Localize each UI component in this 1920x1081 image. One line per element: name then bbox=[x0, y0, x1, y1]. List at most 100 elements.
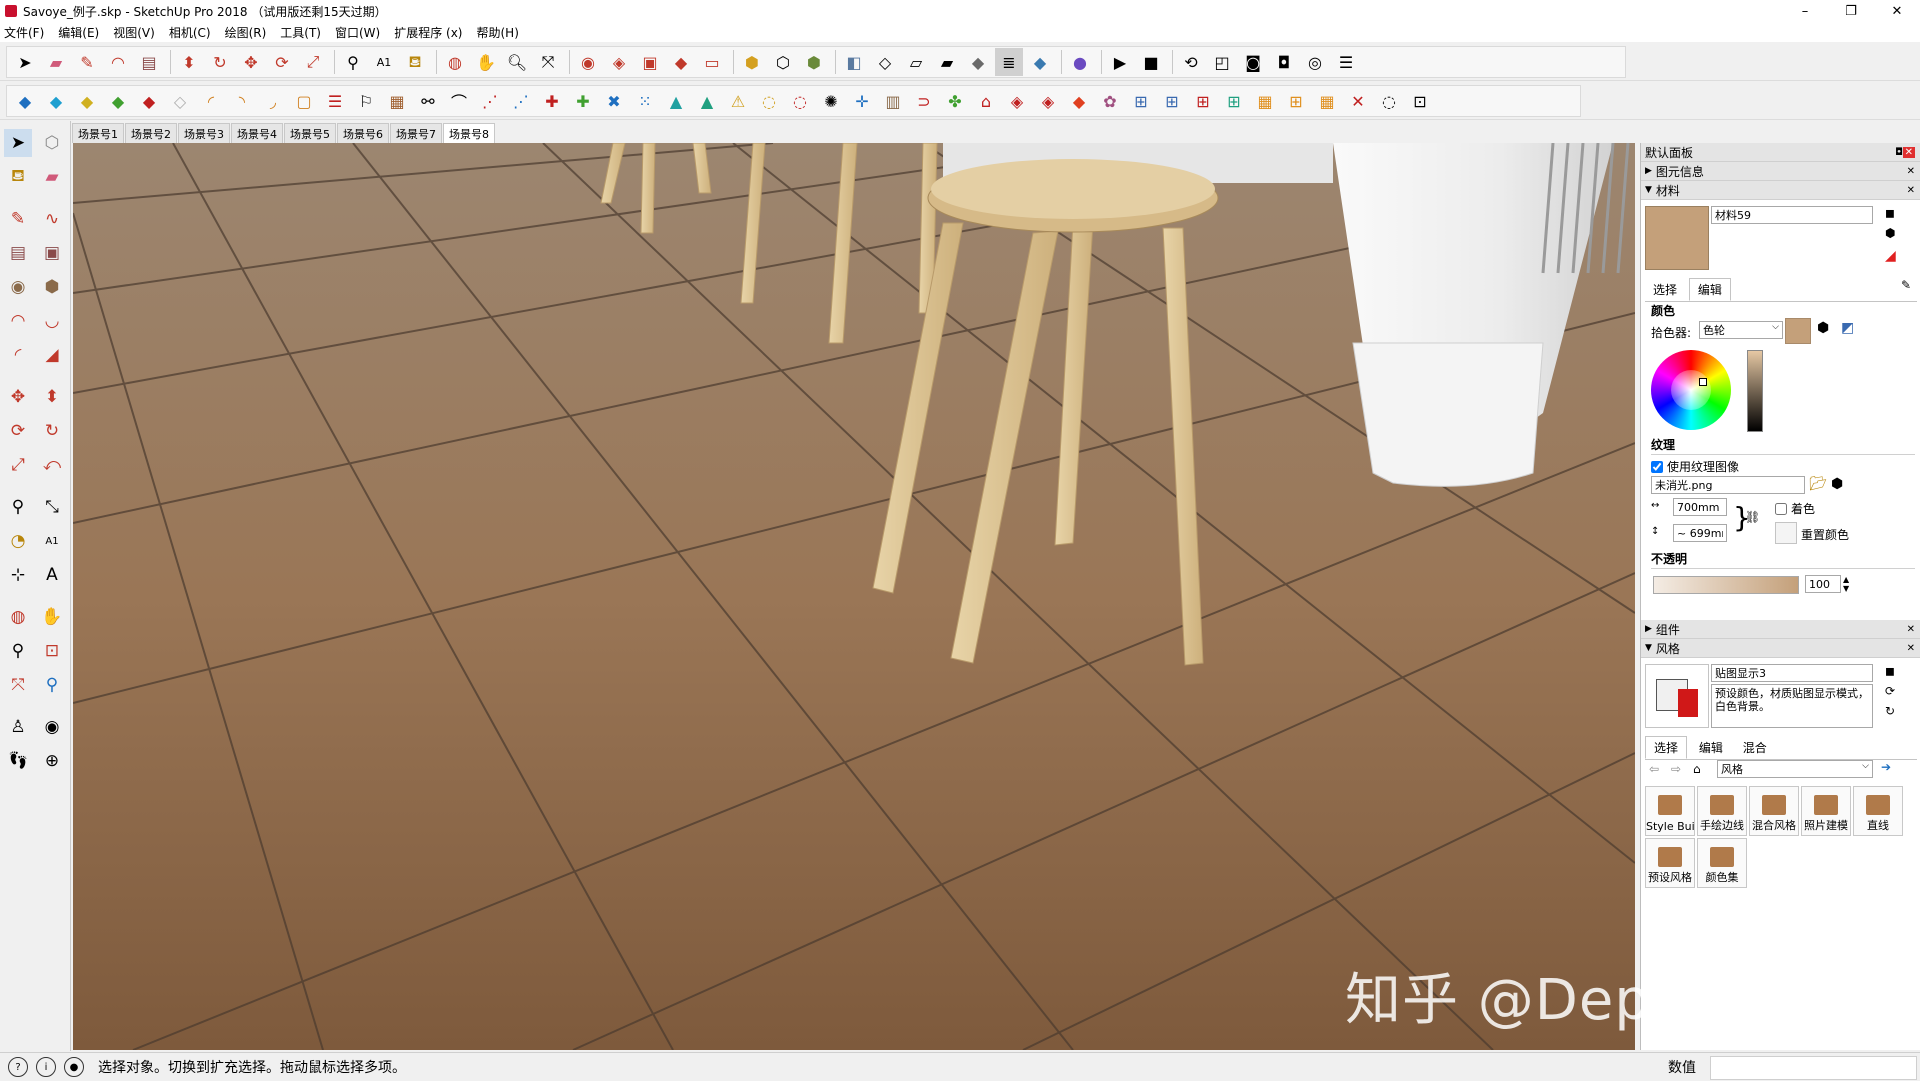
aspect-lock-icon[interactable]: ⛓ bbox=[1745, 510, 1760, 524]
material-name-input[interactable] bbox=[1711, 206, 1873, 224]
move-tool-icon[interactable]: ✥ bbox=[237, 48, 265, 76]
wireframe-style-icon[interactable]: ◇ bbox=[871, 48, 899, 76]
explode-icon[interactable]: ✕ bbox=[1344, 87, 1372, 115]
match-screen-color-icon[interactable]: ◩ bbox=[1841, 320, 1854, 336]
grid-lines-icon[interactable]: ☰ bbox=[321, 87, 349, 115]
rotate-tool-icon[interactable]: ⟳ bbox=[4, 417, 32, 445]
orbit-tool-icon[interactable]: ◍ bbox=[4, 603, 32, 631]
scene-tab-7[interactable]: 场景号7 bbox=[390, 123, 442, 143]
curve-icon[interactable]: ⌒ bbox=[445, 87, 473, 115]
entity-info-header[interactable]: ▶ 图元信息 ✕ bbox=[1641, 162, 1920, 181]
dotted-arc-icon[interactable]: ◌ bbox=[1375, 87, 1403, 115]
menu-window[interactable]: 窗口(W) bbox=[335, 24, 380, 41]
line-tool-icon[interactable]: ✎ bbox=[4, 205, 32, 233]
menu-camera[interactable]: 相机(C) bbox=[169, 24, 211, 41]
sample-paint-icon[interactable]: ◢ bbox=[1885, 248, 1896, 264]
sync-style-icon[interactable]: ↻ bbox=[1885, 704, 1895, 718]
style-name-input[interactable] bbox=[1711, 664, 1873, 682]
pan-tool-icon[interactable]: ✋ bbox=[38, 603, 66, 631]
create-material-icon[interactable]: ◼ bbox=[1885, 206, 1895, 220]
xray-style-icon[interactable]: ◧ bbox=[840, 48, 868, 76]
push-pull-tool-icon[interactable]: ⬍ bbox=[38, 383, 66, 411]
opacity-input[interactable] bbox=[1805, 575, 1841, 593]
styles-tab-edit[interactable]: 编辑 bbox=[1691, 737, 1731, 758]
tape-measure-icon[interactable]: ⚲ bbox=[4, 493, 32, 521]
style-item[interactable]: 照片建模 bbox=[1801, 786, 1851, 836]
circle-tool-icon[interactable]: ◉ bbox=[4, 273, 32, 301]
style-item[interactable]: Style Buil bbox=[1645, 786, 1695, 836]
iso-view-icon[interactable]: ⬢ bbox=[738, 48, 766, 76]
zoom-extents-icon[interactable]: ⤧ bbox=[534, 48, 562, 76]
axes-tool-icon[interactable]: ⊹ bbox=[4, 561, 32, 589]
two-point-arc-icon[interactable]: ◡ bbox=[38, 307, 66, 335]
video-camera-icon[interactable]: ◙ bbox=[1239, 48, 1267, 76]
table-icon[interactable]: ⊞ bbox=[1127, 87, 1155, 115]
materials-header[interactable]: ▼ 材料 ✕ bbox=[1641, 181, 1920, 200]
grid-square-icon[interactable]: ⊡ bbox=[1406, 87, 1434, 115]
extension-warehouse-icon[interactable]: ▣ bbox=[636, 48, 664, 76]
style-library-select[interactable]: 风格 ⌵ bbox=[1717, 760, 1873, 778]
details-arrow-icon[interactable]: ➔ bbox=[1881, 760, 1891, 774]
layer-blue-icon[interactable]: ◆ bbox=[11, 87, 39, 115]
lasso-icon[interactable]: ◌ bbox=[755, 87, 783, 115]
flower-icon[interactable]: ✿ bbox=[1096, 87, 1124, 115]
scene-tab-8[interactable]: 场景号8 bbox=[443, 123, 495, 143]
select-tool-icon[interactable]: ➤ bbox=[11, 48, 39, 76]
puzzle-icon[interactable]: ✤ bbox=[941, 87, 969, 115]
polygon-tool-icon[interactable]: ⬢ bbox=[38, 273, 66, 301]
forward-arrow-icon[interactable]: ⇨ bbox=[1671, 762, 1681, 776]
back-arrow-icon[interactable]: ⇦ bbox=[1649, 762, 1659, 776]
front-view-icon[interactable]: ⬢ bbox=[800, 48, 828, 76]
styles-tab-mix[interactable]: 混合 bbox=[1735, 737, 1775, 758]
follow-me-tool-icon[interactable]: ↻ bbox=[38, 417, 66, 445]
style-description[interactable]: 预设颜色，材质贴图显示模式，白色背景。 bbox=[1711, 684, 1873, 728]
component-tool-icon[interactable]: ⬡ bbox=[38, 129, 66, 157]
materials-tab-select[interactable]: 选择 bbox=[1645, 279, 1685, 300]
scene-tab-4[interactable]: 场景号4 bbox=[231, 123, 283, 143]
color-wheel[interactable] bbox=[1651, 350, 1731, 430]
eyedropper-icon[interactable]: ✎ bbox=[1901, 278, 1911, 292]
menu-tools[interactable]: 工具(T) bbox=[280, 24, 321, 41]
scene-tab-6[interactable]: 场景号6 bbox=[337, 123, 389, 143]
materials-tab-edit[interactable]: 编辑 bbox=[1688, 278, 1731, 301]
layer-red-icon[interactable]: ◆ bbox=[135, 87, 163, 115]
scale-tool-icon[interactable]: ⤢ bbox=[299, 48, 327, 76]
reset-color-swatch[interactable] bbox=[1775, 522, 1797, 544]
link-icon[interactable]: ⚯ bbox=[414, 87, 442, 115]
profile-icon[interactable]: ● bbox=[1066, 48, 1094, 76]
table4-icon[interactable]: ⊞ bbox=[1220, 87, 1248, 115]
zoom-tool-icon[interactable]: 🔍︎ bbox=[503, 48, 531, 76]
menu-draw[interactable]: 绘图(R) bbox=[225, 24, 267, 41]
scene-tab-1[interactable]: 场景号1 bbox=[72, 123, 124, 143]
axes-icon[interactable]: ✛ bbox=[848, 87, 876, 115]
menu-view[interactable]: 视图(V) bbox=[113, 24, 155, 41]
eraser-tool-icon[interactable]: ▰ bbox=[42, 48, 70, 76]
cross-green-icon[interactable]: ✚ bbox=[569, 87, 597, 115]
menu-help[interactable]: 帮助(H) bbox=[476, 24, 518, 41]
cube-stack-icon[interactable]: ◈ bbox=[1034, 87, 1062, 115]
layer-green-icon[interactable]: ◆ bbox=[104, 87, 132, 115]
play-icon[interactable]: ▶ bbox=[1106, 48, 1134, 76]
pan-tool-icon[interactable]: ✋ bbox=[472, 48, 500, 76]
tile-orange-icon[interactable]: ▦ bbox=[1251, 87, 1279, 115]
color-picker-select[interactable]: 色轮 ⌵ bbox=[1699, 321, 1783, 339]
browse-folder-icon[interactable]: 📂︎ bbox=[1809, 476, 1827, 492]
value-slider[interactable] bbox=[1747, 350, 1763, 432]
colorize-checkbox[interactable] bbox=[1775, 502, 1787, 515]
back-edges-icon[interactable]: ◆ bbox=[1026, 48, 1054, 76]
scene-tab-2[interactable]: 场景号2 bbox=[125, 123, 177, 143]
share-model-icon[interactable]: ◈ bbox=[605, 48, 633, 76]
zoom-window-icon[interactable]: ⊡ bbox=[38, 637, 66, 665]
frame-icon[interactable]: ▢ bbox=[290, 87, 318, 115]
snapshot-icon[interactable]: ◘ bbox=[1270, 48, 1298, 76]
style-item[interactable]: 颜色集 bbox=[1697, 838, 1747, 888]
scene-tab-3[interactable]: 场景号3 bbox=[178, 123, 230, 143]
warehouse-icon[interactable]: ◉ bbox=[574, 48, 602, 76]
select-tool-icon[interactable]: ➤ bbox=[4, 129, 32, 157]
offset-tool-icon[interactable]: ⤺ bbox=[38, 451, 66, 479]
tile-cross-icon[interactable]: ⊞ bbox=[1282, 87, 1310, 115]
flag-icon[interactable]: ⚐ bbox=[352, 87, 380, 115]
lasso-red-icon[interactable]: ◌ bbox=[786, 87, 814, 115]
table2-icon[interactable]: ⊞ bbox=[1158, 87, 1186, 115]
rectangle-tool-icon[interactable]: ▤ bbox=[4, 239, 32, 267]
